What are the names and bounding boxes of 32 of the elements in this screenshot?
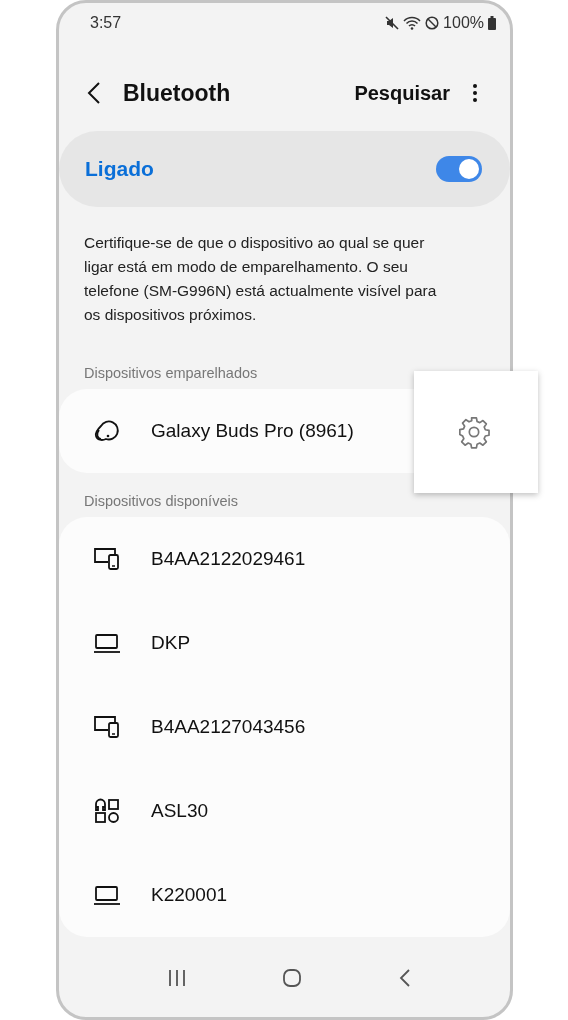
laptop-icon — [93, 633, 121, 653]
device-item[interactable]: ASL30 — [59, 769, 510, 853]
bluetooth-toggle-card[interactable]: Ligado — [59, 131, 510, 207]
computer-and-phone-icon — [93, 547, 121, 571]
device-item[interactable]: K220001 — [59, 853, 510, 937]
mute-icon — [385, 16, 400, 30]
status-time: 3:57 — [90, 14, 122, 32]
settings-icon[interactable] — [457, 415, 491, 449]
headphone-and-shapes-icon — [93, 798, 121, 824]
recent-apps-button[interactable] — [166, 969, 187, 987]
search-button[interactable]: Pesquisar — [354, 81, 450, 105]
battery-icon — [488, 16, 496, 30]
device-item[interactable]: B4AA2127043456 — [59, 685, 510, 769]
device-item[interactable]: B4AA2122029461 — [59, 517, 510, 601]
earbuds-icon — [93, 418, 121, 444]
description-text: Certifique-se de que o dispositivo ao qual se quer ligar está em modo de emparelhamento. O seu telefone (SM-G996N) está actualmente visível para os dispositivos próximos. — [84, 233, 438, 325]
section-heading: Dispositivos emparelhados — [84, 365, 259, 381]
do-not-disturb-icon — [425, 16, 440, 30]
toggle-switch[interactable] — [436, 156, 482, 182]
computer-and-phone-icon — [93, 715, 121, 739]
laptop-icon — [93, 885, 121, 905]
page-title: Bluetooth — [123, 79, 232, 107]
device-item[interactable]: Galaxy Buds Pro (8961) — [59, 389, 510, 473]
toggle-label: Ligado — [85, 157, 154, 181]
wifi-icon — [403, 16, 422, 30]
back-nav-button[interactable] — [398, 968, 413, 988]
more-options-icon[interactable] — [472, 83, 478, 103]
battery-percent: 100% — [443, 14, 484, 32]
home-button[interactable] — [282, 968, 303, 988]
device-item[interactable]: DKP — [59, 601, 510, 685]
back-button[interactable] — [87, 82, 101, 104]
section-heading: Dispositivos disponíveis — [84, 493, 239, 509]
